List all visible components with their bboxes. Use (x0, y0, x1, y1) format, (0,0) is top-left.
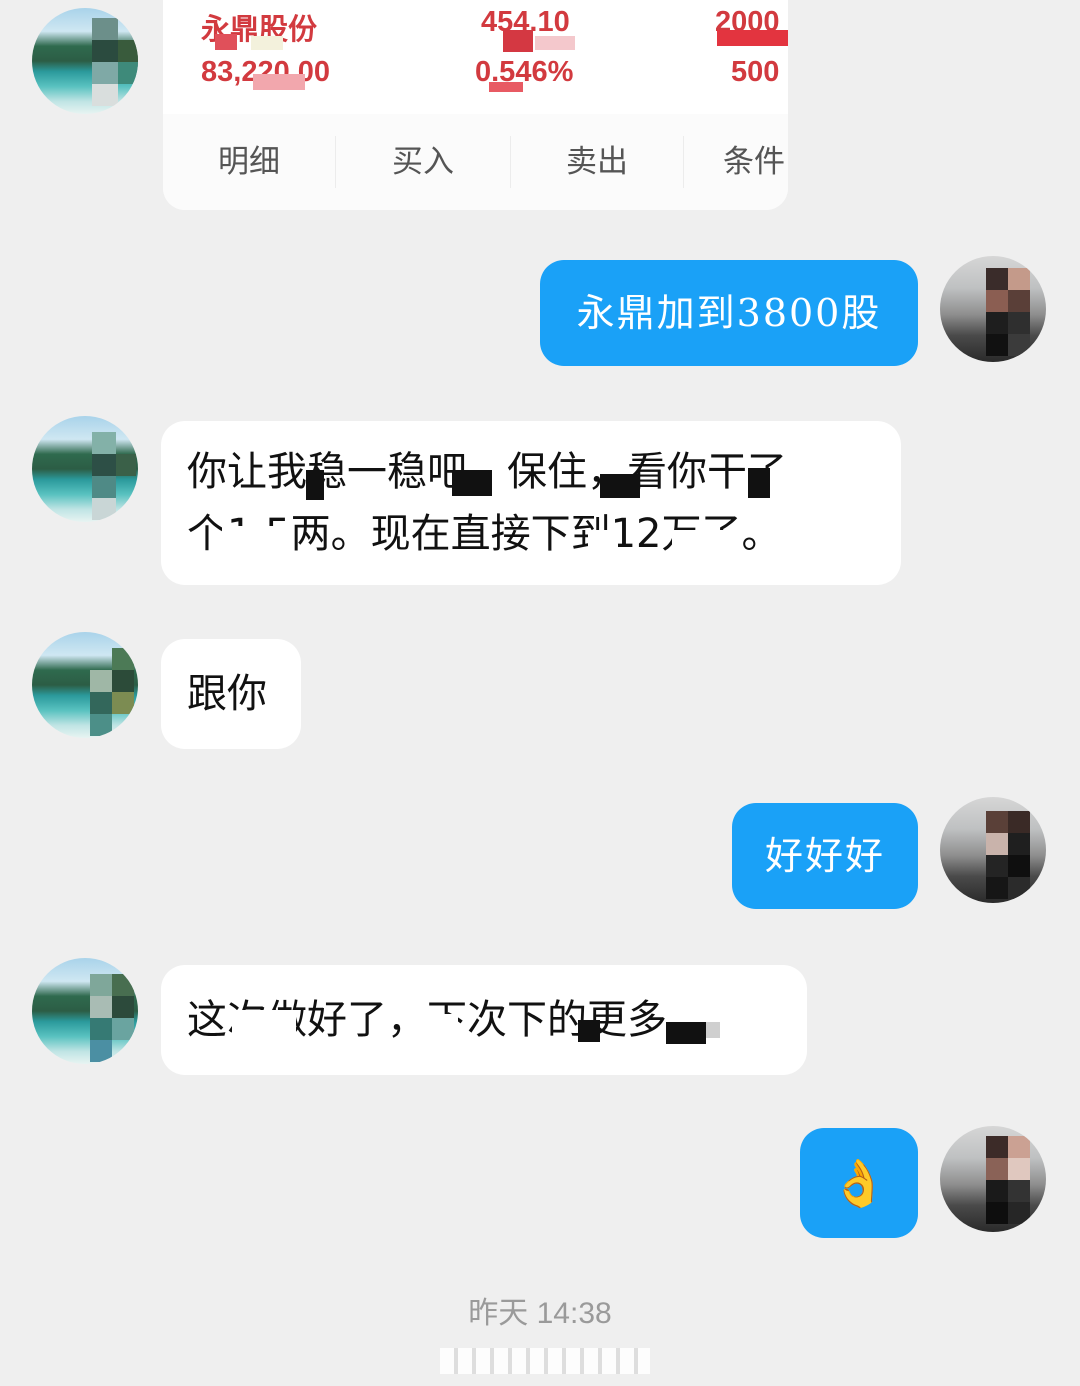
redaction-block (215, 34, 237, 50)
sell-button[interactable]: 卖出 (511, 114, 683, 210)
redaction-block (232, 1010, 296, 1040)
redaction-block (489, 82, 523, 92)
message-text: 永鼎加到3800股 (576, 291, 882, 335)
redaction-block (535, 36, 575, 50)
redaction-block (717, 30, 788, 46)
redaction-block (666, 1022, 706, 1044)
redaction-block (222, 526, 292, 552)
contact-avatar[interactable] (32, 8, 138, 114)
outgoing-message[interactable]: 👌 (800, 1128, 918, 1238)
contact-avatar[interactable] (32, 958, 138, 1064)
message-text: 好好好 (764, 834, 885, 878)
redaction-block (503, 30, 533, 52)
incoming-message[interactable]: 跟你 (161, 639, 301, 749)
redaction-block (600, 474, 640, 498)
redaction-block (578, 1020, 600, 1042)
redaction-block (418, 1014, 458, 1040)
stock-trade-card[interactable]: 永鼎股份 83,220.00 454.10 0.546% 2000 500 明细… (163, 0, 788, 210)
my-avatar[interactable] (940, 256, 1046, 362)
my-avatar[interactable] (940, 1126, 1046, 1232)
redaction-block (253, 74, 305, 90)
message-timestamp: 昨天 14:38 (468, 1297, 612, 1330)
trade-action-bar: 明细 买入 卖出 条件 (163, 114, 788, 210)
redaction-block (748, 468, 770, 498)
redaction-block (251, 36, 283, 50)
message-line: 你让我稳一稳吧，保住，看你干了 (187, 441, 875, 503)
redaction-block (440, 1348, 650, 1374)
detail-button[interactable]: 明细 (163, 114, 335, 210)
conditional-order-button[interactable]: 条件 (684, 114, 788, 210)
ok-hand-emoji: 👌 (830, 1156, 888, 1210)
my-avatar[interactable] (940, 797, 1046, 903)
incoming-message[interactable]: 你让我稳一稳吧，保住，看你干了 个1.5两。现在直接下到12万了。 (161, 421, 901, 585)
redaction-block (706, 1022, 720, 1038)
outgoing-message[interactable]: 好好好 (732, 803, 918, 909)
redaction-block (588, 530, 618, 556)
redaction-block (452, 470, 492, 496)
redaction-block (672, 530, 728, 556)
contact-avatar[interactable] (32, 416, 138, 522)
buy-button[interactable]: 买入 (336, 114, 510, 210)
redaction-block (306, 470, 324, 500)
contact-avatar[interactable] (32, 632, 138, 738)
outgoing-message[interactable]: 永鼎加到3800股 (540, 260, 918, 366)
message-text: 跟你 (187, 671, 267, 717)
shares-available: 500 (731, 56, 780, 88)
